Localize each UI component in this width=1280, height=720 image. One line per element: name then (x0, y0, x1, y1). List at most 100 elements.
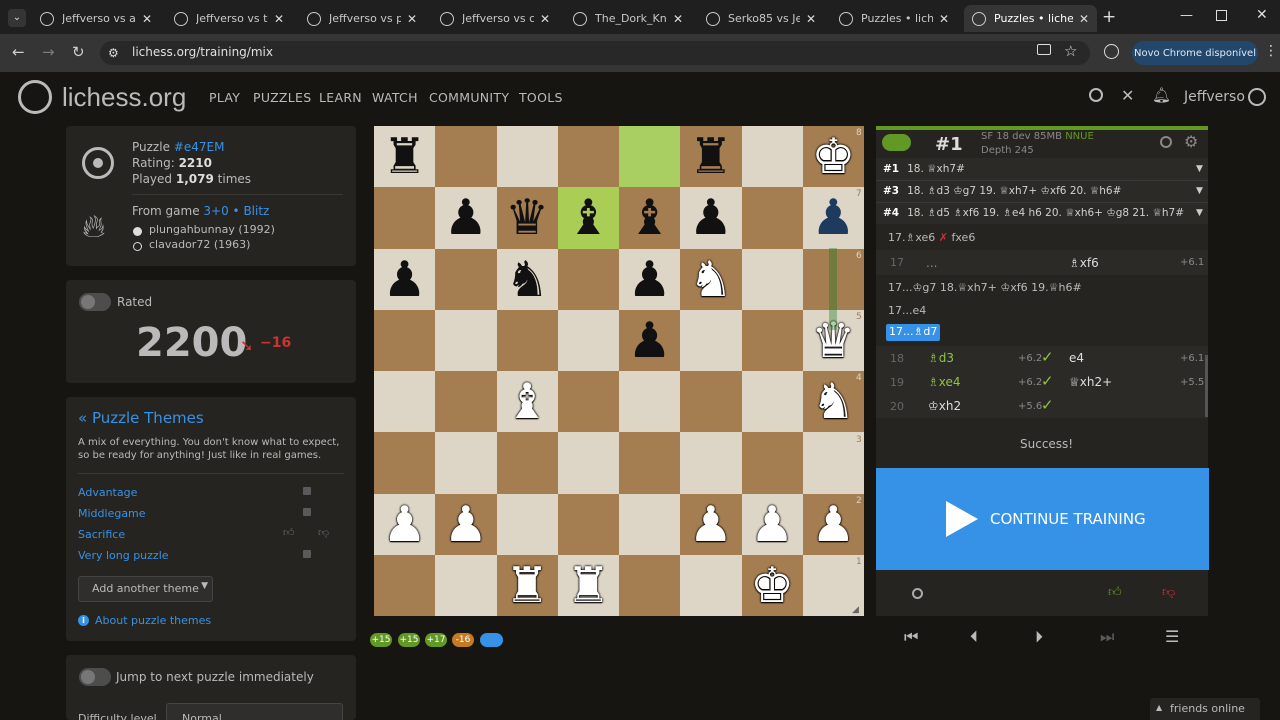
white-bishop[interactable]: ♝ (505, 377, 549, 426)
black-bishop[interactable]: ♝ (566, 193, 610, 242)
square-a3[interactable] (374, 432, 436, 494)
square-e7[interactable]: ♝ (619, 187, 681, 249)
url-text[interactable]: lichess.org/training/mix (132, 45, 273, 59)
game-link[interactable]: 3+0 • Blitz (203, 204, 269, 218)
chrome-menu-icon[interactable]: ⋮ (1264, 43, 1278, 59)
reload-icon[interactable]: ↻ (72, 43, 85, 61)
square-d2[interactable] (557, 493, 619, 555)
variation-line[interactable]: 17...e4 (888, 304, 926, 317)
session-badge[interactable]: +17 (425, 633, 447, 647)
prev-move-icon[interactable]: ⏴ (970, 627, 978, 647)
square-e5[interactable]: ♟ (619, 309, 681, 371)
square-d6[interactable] (557, 248, 619, 310)
square-c4[interactable]: ♝ (496, 371, 558, 433)
black-rook[interactable]: ♜ (383, 132, 427, 181)
square-c5[interactable] (496, 309, 558, 371)
black-pawn[interactable]: ♟ (811, 193, 855, 242)
square-a4[interactable] (374, 371, 436, 433)
white-rook[interactable]: ♜ (505, 561, 549, 610)
session-badge[interactable]: -16 (452, 633, 474, 647)
expand-icon[interactable]: ▼ (1196, 208, 1203, 218)
puzzle-themes-link[interactable]: « Puzzle Themes (78, 409, 204, 427)
session-badge[interactable]: +15 (370, 633, 392, 647)
theme-middlegame[interactable]: Middlegame (78, 507, 146, 520)
black-pawn[interactable]: ♟ (444, 193, 488, 242)
square-e3[interactable] (619, 432, 681, 494)
nav-community[interactable]: COMMUNITY (429, 90, 509, 105)
move-black[interactable]: ♗xf6 (1069, 256, 1099, 270)
white-rook[interactable]: ♜ (566, 561, 610, 610)
new-tab-icon[interactable]: + (1102, 7, 1116, 27)
theme-advantage[interactable]: Advantage (78, 486, 137, 499)
browser-tab[interactable]: The_Dork_Knight✕ (565, 5, 691, 32)
move-white[interactable]: ... (926, 256, 937, 270)
square-g3[interactable] (741, 432, 803, 494)
active-variation[interactable]: 17...♗d7 (886, 324, 941, 341)
square-b1[interactable] (435, 554, 497, 616)
square-e6[interactable]: ♟ (619, 248, 681, 310)
jump-toggle[interactable] (79, 668, 111, 686)
variation-line[interactable]: 17...♔g7 18.♕xh7+ ♔xf6 19.♕h6# (888, 281, 1082, 294)
white-player-link[interactable]: plungahbunnay (1992) (149, 223, 275, 236)
white-knight[interactable]: ♞ (811, 377, 855, 426)
square-g8[interactable] (741, 126, 803, 188)
black-king-icon[interactable]: ♚ (811, 132, 855, 181)
square-d3[interactable] (557, 432, 619, 494)
new-chrome-available-button[interactable]: Novo Chrome disponível (1132, 41, 1258, 65)
square-g4[interactable] (741, 371, 803, 433)
square-b4[interactable] (435, 371, 497, 433)
white-pawn[interactable]: ♟ (811, 500, 855, 549)
move-white[interactable]: ♔xh2 (928, 399, 961, 413)
square-e2[interactable] (619, 493, 681, 555)
move-white[interactable]: ♗xe4 (928, 375, 961, 389)
square-h8[interactable]: ♚ (802, 126, 864, 188)
square-a8[interactable]: ♜ (374, 126, 436, 188)
crosshair-icon[interactable] (1160, 136, 1172, 148)
square-f8[interactable]: ♜ (680, 126, 742, 188)
close-tab-icon[interactable]: ✕ (274, 12, 284, 26)
square-a1[interactable] (374, 554, 436, 616)
site-info-icon[interactable]: ⚙ (108, 46, 119, 60)
black-knight[interactable]: ♞ (505, 255, 549, 304)
square-f2[interactable]: ♟ (680, 493, 742, 555)
white-knight[interactable]: ♞ (689, 255, 733, 304)
install-app-icon[interactable] (1037, 44, 1051, 55)
session-badge[interactable] (480, 633, 503, 647)
square-f1[interactable] (680, 554, 742, 616)
resize-handle-icon[interactable]: ◢ (852, 605, 859, 615)
square-e1[interactable] (619, 554, 681, 616)
minimize-icon[interactable]: — (1180, 8, 1193, 23)
square-a2[interactable]: ♟ (374, 493, 436, 555)
white-king[interactable]: ♚ (750, 561, 794, 610)
square-c8[interactable] (496, 126, 558, 188)
close-tab-icon[interactable]: ✕ (142, 12, 152, 26)
square-h2[interactable]: ♟ (802, 493, 864, 555)
menu-icon[interactable]: ☰ (1165, 627, 1179, 646)
nav-watch[interactable]: WATCH (372, 90, 418, 105)
next-move-icon[interactable]: ⏵ (1035, 627, 1043, 647)
square-f4[interactable] (680, 371, 742, 433)
site-brand[interactable]: lichess.org (62, 82, 186, 113)
move-white[interactable]: ♗d3 (928, 351, 954, 365)
analysis-icon[interactable] (912, 588, 923, 599)
nav-puzzles[interactable]: PUZZLES (253, 90, 312, 105)
engine-toggle[interactable] (882, 134, 911, 151)
black-pawn[interactable]: ♟ (628, 316, 672, 365)
expand-icon[interactable]: ▼ (1196, 186, 1203, 196)
close-tab-icon[interactable]: ✕ (806, 12, 816, 26)
black-pawn[interactable]: ♟ (628, 255, 672, 304)
square-g7[interactable] (741, 187, 803, 249)
variation-move[interactable]: fxe6 (952, 231, 976, 244)
nav-tools[interactable]: TOOLS (519, 90, 563, 105)
theme-very-long-puzzle[interactable]: Very long puzzle (78, 549, 169, 562)
black-pawn[interactable]: ♟ (689, 193, 733, 242)
thumbs-up-icon[interactable]: 👍︎ (1108, 585, 1122, 600)
puzzle-id-link[interactable]: #e47EM (174, 140, 225, 154)
black-rook[interactable]: ♜ (689, 132, 733, 181)
theme-sacrifice[interactable]: Sacrifice (78, 528, 125, 541)
square-g5[interactable] (741, 309, 803, 371)
square-b5[interactable] (435, 309, 497, 371)
moves-scrollbar[interactable] (1205, 355, 1208, 417)
square-a6[interactable]: ♟ (374, 248, 436, 310)
about-themes-link[interactable]: About puzzle themes (95, 614, 211, 627)
